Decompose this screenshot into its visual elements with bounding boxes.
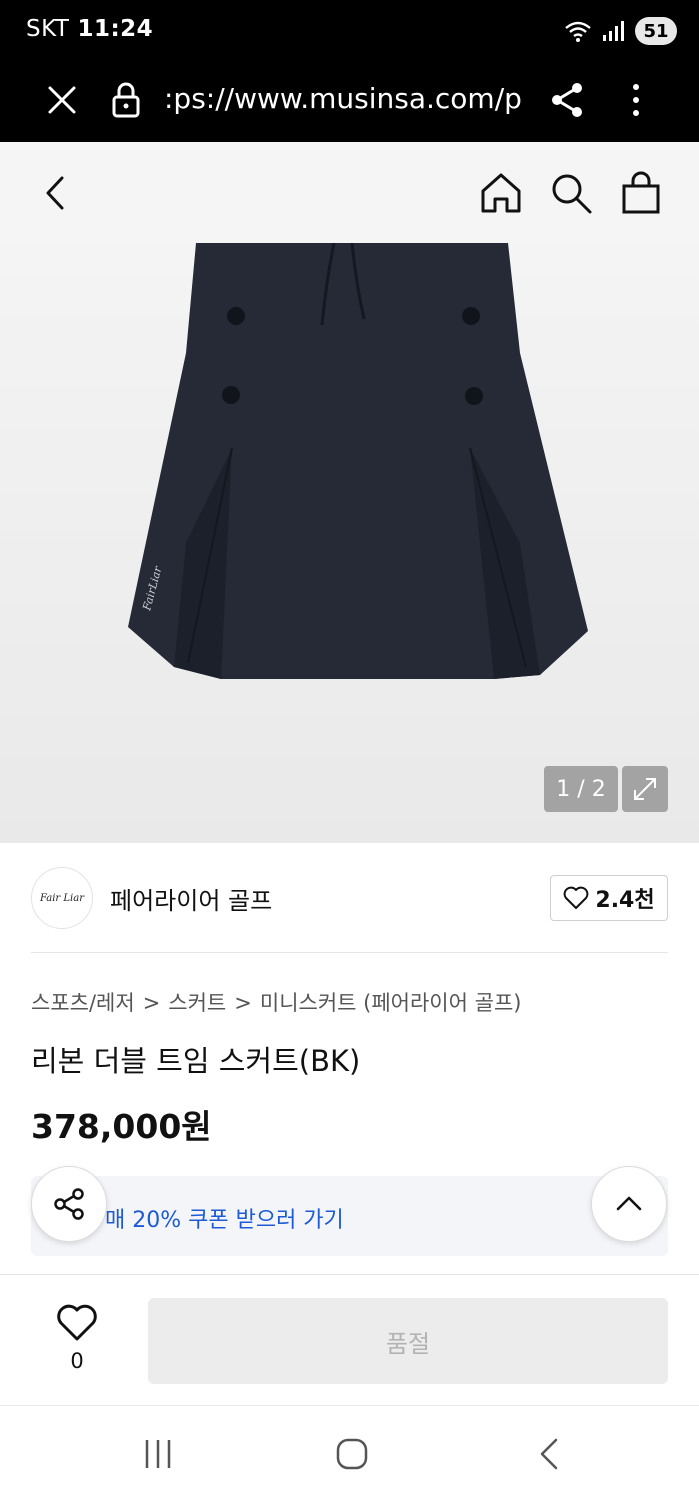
wishlist-count: 0 (70, 1349, 84, 1373)
clock-label: 11:24 (77, 16, 154, 42)
battery-icon: 51 (635, 17, 677, 45)
divider (31, 952, 668, 953)
shopping-bag-icon[interactable] (618, 170, 664, 216)
app-header (0, 142, 699, 243)
android-nav-bar (0, 1405, 699, 1500)
bottom-purchase-bar: 0 품절 (0, 1275, 699, 1405)
product-image[interactable]: FairLiar (0, 243, 699, 843)
brand-like-button[interactable]: 2.4천 (550, 875, 668, 921)
share-icon[interactable] (548, 80, 586, 120)
recent-apps-icon[interactable] (140, 1436, 176, 1472)
expand-icon (634, 778, 656, 800)
status-bar: SKT 11:24 51 (0, 0, 699, 62)
breadcrumb-separator: > (234, 991, 252, 1015)
home-button-icon[interactable] (334, 1436, 370, 1472)
back-icon[interactable] (38, 172, 74, 214)
brand-logo[interactable]: Fair Liar (31, 867, 93, 929)
expand-image-button[interactable] (622, 766, 668, 812)
scroll-top-button[interactable] (591, 1166, 667, 1242)
sold-out-button[interactable]: 품절 (148, 1298, 668, 1384)
breadcrumb-item[interactable]: 스커트 (168, 991, 226, 1015)
nav-back-icon[interactable] (534, 1436, 564, 1472)
lock-icon[interactable] (110, 80, 142, 120)
breadcrumb-separator: > (142, 991, 161, 1015)
product-price: 378,000원 (31, 1107, 212, 1146)
coupon-banner[interactable]: 매 20% 쿠폰 받으러 가기 (31, 1176, 668, 1256)
signal-icon (603, 21, 624, 41)
breadcrumb-item[interactable]: 미니스커트 (페어라이어 골프) (260, 991, 522, 1015)
menu-icon[interactable] (626, 80, 646, 120)
skirt-image: FairLiar (128, 243, 588, 679)
breadcrumb-item[interactable]: 스포츠/레저 (31, 991, 135, 1015)
coupon-text: 매 20% 쿠폰 받으러 가기 (105, 1208, 344, 1233)
wifi-icon (565, 21, 591, 42)
url-field[interactable]: :ps://www.musinsa.com/p (164, 82, 522, 122)
chevron-up-icon (616, 1196, 642, 1211)
product-title: 리본 더블 트임 스커트(BK) (31, 1044, 361, 1078)
image-page-counter: 1 / 2 (544, 766, 618, 812)
carrier-label: SKT (26, 16, 70, 42)
search-icon[interactable] (548, 170, 594, 216)
floating-share-button[interactable] (31, 1166, 107, 1242)
wishlist-heart-icon[interactable] (56, 1303, 98, 1343)
share-icon (54, 1188, 84, 1220)
brand-like-count: 2.4천 (595, 888, 655, 913)
home-icon[interactable] (478, 170, 524, 216)
status-time: SKT 11:24 (26, 16, 153, 42)
close-icon[interactable] (44, 82, 80, 118)
heart-icon (564, 886, 589, 909)
breadcrumb: 스포츠/레저 > 스커트 > 미니스커트 (페어라이어 골프) (31, 987, 521, 1017)
status-icons: 51 (563, 16, 677, 46)
brand-row: Fair Liar 페어라이어 골프 2.4천 (0, 843, 699, 953)
browser-url-bar: :ps://www.musinsa.com/p (0, 62, 699, 142)
brand-name[interactable]: 페어라이어 골프 (110, 881, 272, 916)
